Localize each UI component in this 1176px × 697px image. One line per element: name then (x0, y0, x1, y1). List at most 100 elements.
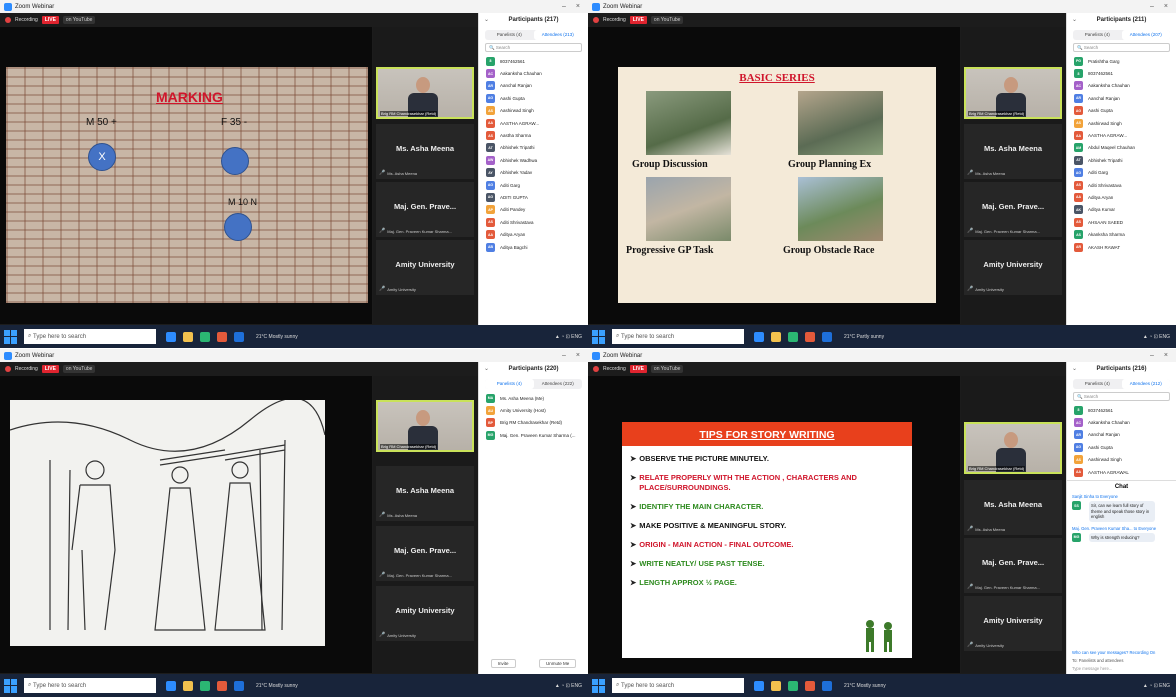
participant-row[interactable]: AA AASTHA AGRAW... (479, 117, 588, 129)
live-platform[interactable]: on YouTube (650, 16, 684, 24)
chat-message-input[interactable]: Type message here... (1072, 666, 1171, 671)
close-icon[interactable]: × (1164, 3, 1168, 10)
minimize-icon[interactable]: – (562, 352, 566, 359)
windows-start-icon[interactable] (4, 678, 18, 693)
participant-row[interactable]: AY Abhishek Yadav (479, 167, 588, 179)
chat-notice[interactable]: Who can see your messages? Recording On (1072, 650, 1171, 655)
tab-attendees[interactable]: Attendees (207) (1121, 30, 1170, 40)
participant-row[interactable]: PG Pratishtha Garg (1067, 55, 1176, 67)
tile-asha[interactable]: Ms. Asha Meena 🎤 Ms. Asha Meena (964, 124, 1062, 179)
speaker-video[interactable]: Brig RM Chandrasekhar (Retd) (376, 67, 474, 119)
participant-row[interactable]: AS Aditi Shrivastava (1067, 179, 1176, 191)
taskbar-search-input[interactable]: ⌕ Type here to search (24, 678, 156, 693)
participant-row[interactable]: AG Aditi Garg (479, 179, 588, 191)
chrome-icon[interactable] (788, 680, 798, 691)
office-icon[interactable] (217, 680, 227, 691)
speaker-video[interactable]: Brig RM Chandrasekhar (Retd) (964, 67, 1062, 119)
taskbar-search-input[interactable]: ⌕ Type here to search (612, 329, 744, 344)
windows-start-icon[interactable] (4, 329, 18, 344)
folder-icon[interactable] (183, 331, 193, 342)
live-platform[interactable]: on YouTube (62, 16, 96, 24)
weather-widget[interactable]: 21°C Mostly sunny (256, 334, 298, 340)
tile-asha[interactable]: Ms. Asha Meena 🎤 Ms. Asha Meena (376, 124, 474, 179)
windows-start-icon[interactable] (592, 678, 606, 693)
participant-row[interactable]: AC Aakanksha Chauhan (479, 67, 588, 79)
zoom-app-icon[interactable] (166, 331, 176, 342)
participant-row[interactable]: AG Aditi Garg (1067, 167, 1176, 179)
office-icon[interactable] (805, 331, 815, 342)
participant-row[interactable]: AS Aditi Shrivastava (479, 216, 588, 228)
chevron-down-icon[interactable]: ⌄ (1072, 13, 1077, 27)
system-tray[interactable]: ▲ ◔ ⊡ ENG (555, 334, 582, 340)
participant-row[interactable]: AR Aanchal Ranjan (1067, 429, 1176, 441)
minimize-icon[interactable]: – (1150, 3, 1154, 10)
tab-attendees[interactable]: Attendees (212) (1121, 379, 1170, 389)
tile-amity[interactable]: Amity University 🎤 Amity University (376, 586, 474, 641)
tile-asha[interactable]: Ms. Asha Meena 🎤 Ms. Asha Meena (964, 480, 1062, 535)
participant-row[interactable]: 8 8037462561 (479, 55, 588, 67)
chevron-down-icon[interactable]: ⌄ (484, 362, 489, 376)
participant-row[interactable]: AS AHSAAN SAEED (1067, 216, 1176, 228)
unmute-me-button[interactable]: Unmute Me (538, 659, 577, 668)
participant-row[interactable]: AC Aakanksha Chauhan (1067, 80, 1176, 92)
participant-row[interactable]: AT Abhishek Tripathi (479, 142, 588, 154)
participant-search-input[interactable]: 🔍 Search (1073, 43, 1170, 52)
system-tray[interactable]: ▲ ◔ ⊡ ENG (1143, 683, 1170, 689)
zoom-app-icon[interactable] (754, 680, 764, 691)
participant-row[interactable]: AT Abhishek Tripathi (1067, 154, 1176, 166)
word-icon[interactable] (822, 331, 832, 342)
taskbar-search-input[interactable]: ⌕ Type here to search (612, 678, 744, 693)
word-icon[interactable] (234, 331, 244, 342)
participant-row[interactable]: AA AASTHA AGRAW... (1067, 129, 1176, 141)
live-badge[interactable]: LIVE (41, 365, 59, 373)
tab-panelists[interactable]: Panelists (4) (1073, 379, 1122, 389)
system-tray[interactable]: ▲ ◔ ⊡ ENG (1143, 334, 1170, 340)
tab-panelists[interactable]: Panelists (4) (485, 379, 534, 389)
tile-praveen[interactable]: Maj. Gen. Prave... 🎤 Maj. Gen. Praveen Kum… (376, 526, 474, 581)
tab-attendees[interactable]: Attendees (213) (533, 30, 582, 40)
chrome-icon[interactable] (788, 331, 798, 342)
close-icon[interactable]: × (576, 352, 580, 359)
participant-row[interactable]: AA AASTHA AGRAWAL (1067, 466, 1176, 478)
participant-row[interactable]: AR AKASH RAWAT (1067, 241, 1176, 253)
tile-praveen[interactable]: Maj. Gen. Prave... 🎤 Maj. Gen. Praveen Kum… (964, 538, 1062, 593)
participant-row[interactable]: AG Aashi Gupta (479, 92, 588, 104)
zoom-app-icon[interactable] (754, 331, 764, 342)
participant-row[interactable]: AG Aashi Gupta (1067, 105, 1176, 117)
participant-row[interactable]: AS Aashirwad Singh (1067, 117, 1176, 129)
participant-row[interactable]: AC Aakanksha Chauhan (1067, 416, 1176, 428)
word-icon[interactable] (822, 680, 832, 691)
chevron-down-icon[interactable]: ⌄ (484, 13, 489, 27)
tile-amity[interactable]: Amity University 🎤 Amity University (964, 240, 1062, 295)
participant-row[interactable]: AW Abhishek Wadhwa (479, 154, 588, 166)
close-icon[interactable]: × (1164, 352, 1168, 359)
system-tray[interactable]: ▲ ◔ ⊡ ENG (555, 683, 582, 689)
minimize-icon[interactable]: – (562, 3, 566, 10)
participant-search-input[interactable]: 🔍 Search (1073, 392, 1170, 401)
folder-icon[interactable] (183, 680, 193, 691)
participant-row[interactable]: AG ADITI GUPTA (479, 191, 588, 203)
office-icon[interactable] (805, 680, 815, 691)
invite-button[interactable]: Invite (490, 659, 516, 668)
tab-panelists[interactable]: Panelists (4) (485, 30, 534, 40)
folder-icon[interactable] (771, 680, 781, 691)
participant-row[interactable]: AK Aditya Kumar (1067, 204, 1176, 216)
windows-start-icon[interactable] (592, 329, 606, 344)
participant-row[interactable]: AS Aashirwad Singh (1067, 454, 1176, 466)
speaker-video[interactable]: Brig RM Chandrasekhar (Retd) (964, 422, 1062, 474)
chat-recipient-select[interactable]: To: Panelists and attendees (1072, 658, 1171, 663)
participant-search-input[interactable]: 🔍 Search (485, 43, 582, 52)
participant-row[interactable]: AR Aanchal Ranjan (479, 80, 588, 92)
chrome-icon[interactable] (200, 331, 210, 342)
live-badge[interactable]: LIVE (629, 365, 647, 373)
folder-icon[interactable] (771, 331, 781, 342)
participant-row[interactable]: BP Brig RM Chandrasekhar (Retd) (479, 417, 588, 429)
close-icon[interactable]: × (576, 3, 580, 10)
office-icon[interactable] (217, 331, 227, 342)
live-badge[interactable]: LIVE (629, 16, 647, 24)
participant-row[interactable]: MA Ms. Asha Meena (Me) (479, 392, 588, 404)
tab-attendees[interactable]: Attendees (222) (534, 379, 583, 389)
tile-amity[interactable]: Amity University 🎤 Amity University (376, 240, 474, 295)
word-icon[interactable] (234, 680, 244, 691)
participant-row[interactable]: AA Aditya Aryan (1067, 191, 1176, 203)
